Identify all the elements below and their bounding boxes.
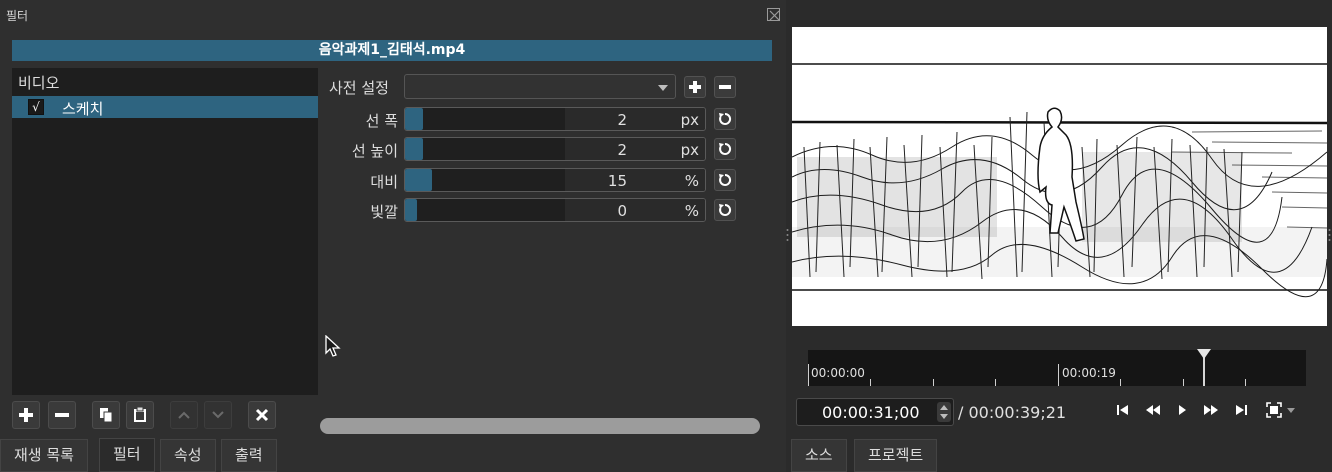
playhead-handle[interactable] (1197, 349, 1211, 359)
contrast-slider[interactable]: 15 % (404, 168, 706, 192)
rewind-icon (1146, 405, 1160, 415)
slider-fill (405, 108, 423, 130)
filter-panel: 필터 음악과제1_김태석.mp4 비디오 √ 스케치 사전 설정 선 폭 2 p… (0, 0, 786, 472)
line-height-slider[interactable]: 2 px (404, 137, 706, 161)
timeline-label: 00:00:19 (1062, 366, 1116, 380)
save-preset-button[interactable] (684, 76, 706, 98)
deselect-icon (255, 408, 269, 422)
param-contrast: 대비 15 % (322, 168, 742, 193)
move-filter-up-button[interactable] (170, 401, 198, 429)
tab-project[interactable]: 프로젝트 (854, 439, 938, 472)
tab-source[interactable]: 소스 (791, 439, 847, 472)
param-line-height: 선 높이 2 px (322, 137, 742, 162)
move-filter-down-button[interactable] (204, 401, 232, 429)
param-label: 선 높이 (351, 142, 398, 160)
param-line-width: 선 폭 2 px (322, 107, 742, 132)
slider-unit: px (680, 141, 699, 159)
panel-tab-bar: 재생 목록 필터 속성 출력 (0, 436, 786, 472)
preset-label: 사전 설정 (329, 79, 389, 97)
filter-item-label: 스케치 (62, 100, 104, 118)
rewind-button[interactable] (1144, 402, 1162, 418)
splitter-handle[interactable] (786, 228, 789, 242)
timeline-ruler[interactable]: 00:00:00 00:00:19 (808, 349, 1306, 386)
param-label: 선 폭 (365, 112, 398, 130)
reset-line-height-button[interactable] (714, 138, 736, 160)
horizontal-scrollbar[interactable] (320, 418, 760, 434)
move-up-icon (178, 411, 190, 419)
delete-preset-button[interactable] (714, 76, 736, 98)
slider-fill (405, 169, 432, 191)
filter-group-video: 비디오 (18, 74, 60, 92)
timeline-label: 00:00:00 (811, 366, 865, 380)
slider-unit: % (684, 172, 699, 190)
close-icon (769, 10, 780, 21)
reset-icon (719, 112, 732, 125)
play-icon (1179, 405, 1186, 415)
filter-enabled-checkbox[interactable]: √ (28, 99, 44, 115)
slider-value: 0 (617, 202, 627, 220)
filter-list[interactable]: 비디오 √ 스케치 (12, 68, 318, 395)
param-label: 빛깔 (370, 203, 398, 221)
tab-playlist[interactable]: 재생 목록 (0, 439, 88, 472)
line-width-slider[interactable]: 2 px (404, 107, 706, 131)
reset-line-width-button[interactable] (714, 108, 736, 130)
skip-to-end-button[interactable] (1234, 402, 1248, 418)
reset-icon (719, 203, 732, 216)
clip-title: 음악과제1_김태석.mp4 (12, 40, 772, 61)
copy-filters-button[interactable] (92, 401, 120, 429)
slider-value: 2 (617, 141, 627, 159)
move-down-icon (212, 411, 224, 419)
copy-icon (100, 408, 113, 423)
skip-to-start-button[interactable] (1116, 402, 1130, 418)
skip-to-end-icon (1236, 405, 1247, 415)
reset-color-button[interactable] (714, 199, 736, 221)
video-preview[interactable] (792, 27, 1327, 326)
filter-item-sketch[interactable]: √ 스케치 (12, 96, 318, 118)
splitter-handle[interactable] (1328, 228, 1331, 242)
play-button[interactable] (1176, 402, 1188, 418)
mouse-cursor-icon (325, 335, 341, 357)
total-duration: / 00:00:39;21 (958, 403, 1067, 422)
panel-close-button[interactable] (767, 8, 780, 21)
color-slider[interactable]: 0 % (404, 198, 706, 222)
add-icon (19, 408, 33, 422)
remove-filter-button[interactable] (48, 401, 76, 429)
param-label: 대비 (370, 173, 398, 191)
deselect-filter-button[interactable] (248, 401, 276, 429)
slider-value: 15 (607, 172, 627, 190)
fast-forward-icon (1204, 405, 1218, 415)
slider-fill (405, 199, 417, 221)
remove-icon (55, 413, 69, 417)
chevron-down-icon (658, 85, 668, 91)
reset-contrast-button[interactable] (714, 169, 736, 191)
remove-icon (719, 85, 731, 89)
add-filter-button[interactable] (12, 401, 40, 429)
sketch-video-frame (792, 27, 1327, 326)
paste-filters-button[interactable] (126, 401, 154, 429)
skip-to-start-icon (1117, 405, 1128, 415)
slider-fill (405, 138, 423, 160)
timecode-field[interactable]: 00:00:31;00 (796, 398, 954, 426)
timecode-value: 00:00:31;00 (822, 403, 920, 422)
slider-unit: px (680, 111, 699, 129)
tab-export[interactable]: 출력 (221, 439, 277, 472)
panel-title: 필터 (6, 9, 29, 23)
player-panel: 00:00:00 00:00:19 00:00:31;00 / 00:00:39… (786, 0, 1332, 472)
slider-unit: % (684, 202, 699, 220)
slider-value: 2 (617, 111, 627, 129)
spinner-icon[interactable] (937, 402, 951, 422)
fast-forward-button[interactable] (1202, 402, 1220, 418)
reset-icon (719, 173, 732, 186)
add-icon (689, 81, 701, 93)
preset-dropdown[interactable] (404, 74, 676, 99)
paste-icon (134, 407, 146, 422)
tab-properties[interactable]: 속성 (160, 439, 216, 472)
tab-filters[interactable]: 필터 (99, 438, 155, 472)
zoom-fit-icon (1266, 402, 1295, 418)
reset-icon (719, 142, 732, 155)
param-color: 빛깔 0 % (322, 198, 742, 223)
zoom-fit-button[interactable] (1266, 402, 1298, 418)
